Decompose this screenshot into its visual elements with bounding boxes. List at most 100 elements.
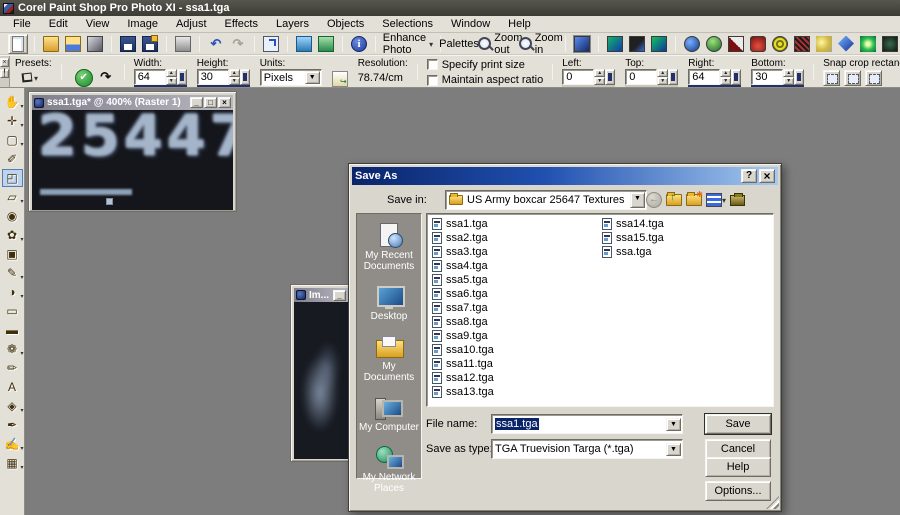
close-icon[interactable] (759, 169, 775, 183)
left-spin-down[interactable] (594, 77, 605, 85)
height-input[interactable]: 30 (197, 69, 229, 85)
menu-view[interactable]: View (77, 16, 119, 33)
new-folder-icon[interactable] (686, 194, 702, 206)
menu-file[interactable]: File (4, 16, 40, 33)
selection-tool[interactable]: ▢ (2, 131, 23, 149)
palettes-dropdown[interactable]: Palettes (447, 34, 478, 54)
open-button[interactable] (41, 34, 61, 54)
file-item[interactable]: ssa7.tga (429, 301, 597, 315)
width-input[interactable]: 64 (134, 69, 166, 85)
back-icon[interactable] (646, 192, 662, 208)
maintain-aspect-ratio-checkbox[interactable] (427, 75, 438, 86)
right-meter-button[interactable] (731, 69, 741, 85)
mesh-warp-tool[interactable]: ▦ (2, 454, 23, 472)
zoom-in-button[interactable]: Zoom in (523, 34, 559, 54)
dropdown-arrow-icon[interactable] (305, 71, 320, 84)
image-information-button[interactable] (349, 34, 369, 54)
folder-options-icon[interactable] (730, 195, 745, 206)
pan-tool[interactable]: ✋ (2, 93, 23, 111)
file-item[interactable]: ssa13.tga (429, 385, 597, 399)
right-spin-down[interactable] (720, 77, 731, 85)
snap-layer-opaque-button[interactable] (844, 70, 861, 86)
maximize-icon[interactable]: □ (204, 97, 217, 108)
clone-brush-tool[interactable]: ▣ (2, 245, 23, 263)
dropdown-arrow-icon[interactable] (666, 418, 681, 431)
effect-preset-button[interactable] (814, 34, 834, 54)
eraser-tool[interactable]: ▭ (2, 302, 23, 320)
image-share-button[interactable] (316, 34, 336, 54)
redo-button[interactable] (228, 34, 248, 54)
minimize-icon[interactable]: _ (333, 290, 346, 301)
dropdown-arrow-icon[interactable] (630, 192, 645, 208)
top-spin-down[interactable] (657, 77, 668, 85)
bottom-spin-up[interactable] (783, 69, 794, 77)
dropper-tool[interactable]: ✐ (2, 150, 23, 168)
makeover-tool[interactable]: ✿ (2, 226, 23, 244)
effect-preset-button[interactable] (836, 34, 856, 54)
color-replacer-tool[interactable]: ◑ (2, 283, 23, 301)
scan-button[interactable] (85, 34, 105, 54)
place-my-computer[interactable]: My Computer (357, 395, 421, 433)
menu-selections[interactable]: Selections (373, 16, 442, 33)
effect-preset-button[interactable] (748, 34, 768, 54)
save-in-select[interactable]: US Army boxcar 25647 Textures (445, 190, 647, 210)
image-window-titlebar[interactable]: Im... _ (294, 288, 348, 302)
airbrush-tool[interactable]: ✏ (2, 359, 23, 377)
email-image-button[interactable] (294, 34, 314, 54)
specify-print-size-checkbox[interactable] (427, 59, 438, 70)
background-eraser-tool[interactable]: ▬ (2, 321, 23, 339)
file-item[interactable]: ssa2.tga (429, 231, 597, 245)
effect-preset-button[interactable] (704, 34, 724, 54)
move-tool[interactable]: ✛ (2, 112, 23, 130)
place-desktop[interactable]: Desktop (357, 284, 421, 322)
preset-shape-tool[interactable]: ◈ (2, 397, 23, 415)
left-input[interactable]: 0 (562, 69, 594, 85)
effect-preset-button[interactable] (682, 34, 702, 54)
right-spin-up[interactable] (720, 69, 731, 77)
pen-tool[interactable]: ✒ (2, 416, 23, 434)
print-size-icon[interactable] (332, 71, 348, 87)
print-button[interactable] (173, 34, 193, 54)
effect-preset-button[interactable] (649, 34, 669, 54)
dialog-titlebar[interactable]: Save As (352, 167, 778, 185)
menu-window[interactable]: Window (442, 16, 499, 33)
menu-image[interactable]: Image (118, 16, 167, 33)
apply-crop-button[interactable] (75, 69, 93, 87)
close-icon[interactable]: × (218, 97, 231, 108)
top-input[interactable]: 0 (625, 69, 657, 85)
pin-palette-icon[interactable]: ╿ (0, 69, 9, 78)
bottom-meter-button[interactable] (794, 69, 804, 85)
file-item[interactable]: ssa11.tga (429, 357, 597, 371)
place-my-documents[interactable]: My Documents (357, 334, 421, 383)
save-as-type-select[interactable]: TGA Truevision Targa (*.tga) (491, 439, 683, 459)
place-my-recent-documents[interactable]: My Recent Documents (357, 223, 421, 272)
effect-preset-button[interactable] (770, 34, 790, 54)
snap-selection-button[interactable] (865, 70, 882, 86)
text-tool[interactable]: A (2, 378, 23, 396)
height-spin-down[interactable] (229, 77, 240, 85)
effect-preset-button[interactable] (726, 34, 746, 54)
file-list[interactable]: ssa1.tgassa2.tgassa3.tgassa4.tgassa5.tga… (426, 213, 774, 407)
image-window-titlebar[interactable]: ssa1.tga* @ 400% (Raster 1) _ □ × (32, 95, 233, 110)
file-item[interactable]: ssa4.tga (429, 259, 597, 273)
snap-full-image-button[interactable] (823, 70, 840, 86)
menu-objects[interactable]: Objects (318, 16, 373, 33)
file-item[interactable]: ssa3.tga (429, 245, 597, 259)
place-my-network-places[interactable]: My Network Places (357, 445, 421, 494)
fit-window-button[interactable] (261, 34, 281, 54)
paint-brush-tool[interactable]: ✎ (2, 264, 23, 282)
bottom-spin-down[interactable] (783, 77, 794, 85)
options-button[interactable]: Options... (705, 481, 771, 501)
browse-button[interactable] (63, 34, 83, 54)
top-spin-up[interactable] (657, 69, 668, 77)
zoom-out-button[interactable]: Zoom out (480, 34, 520, 54)
effect-preset-button[interactable] (792, 34, 812, 54)
canvas[interactable] (294, 302, 348, 459)
file-item[interactable]: ssa14.tga (599, 217, 767, 231)
height-meter-button[interactable] (240, 69, 250, 85)
file-item[interactable]: ssa15.tga (599, 231, 767, 245)
cancel-button[interactable]: Cancel (705, 439, 771, 459)
help-icon[interactable] (741, 169, 757, 183)
deform-tool[interactable]: ▱ (2, 188, 23, 206)
effect-preset-button[interactable] (605, 34, 625, 54)
